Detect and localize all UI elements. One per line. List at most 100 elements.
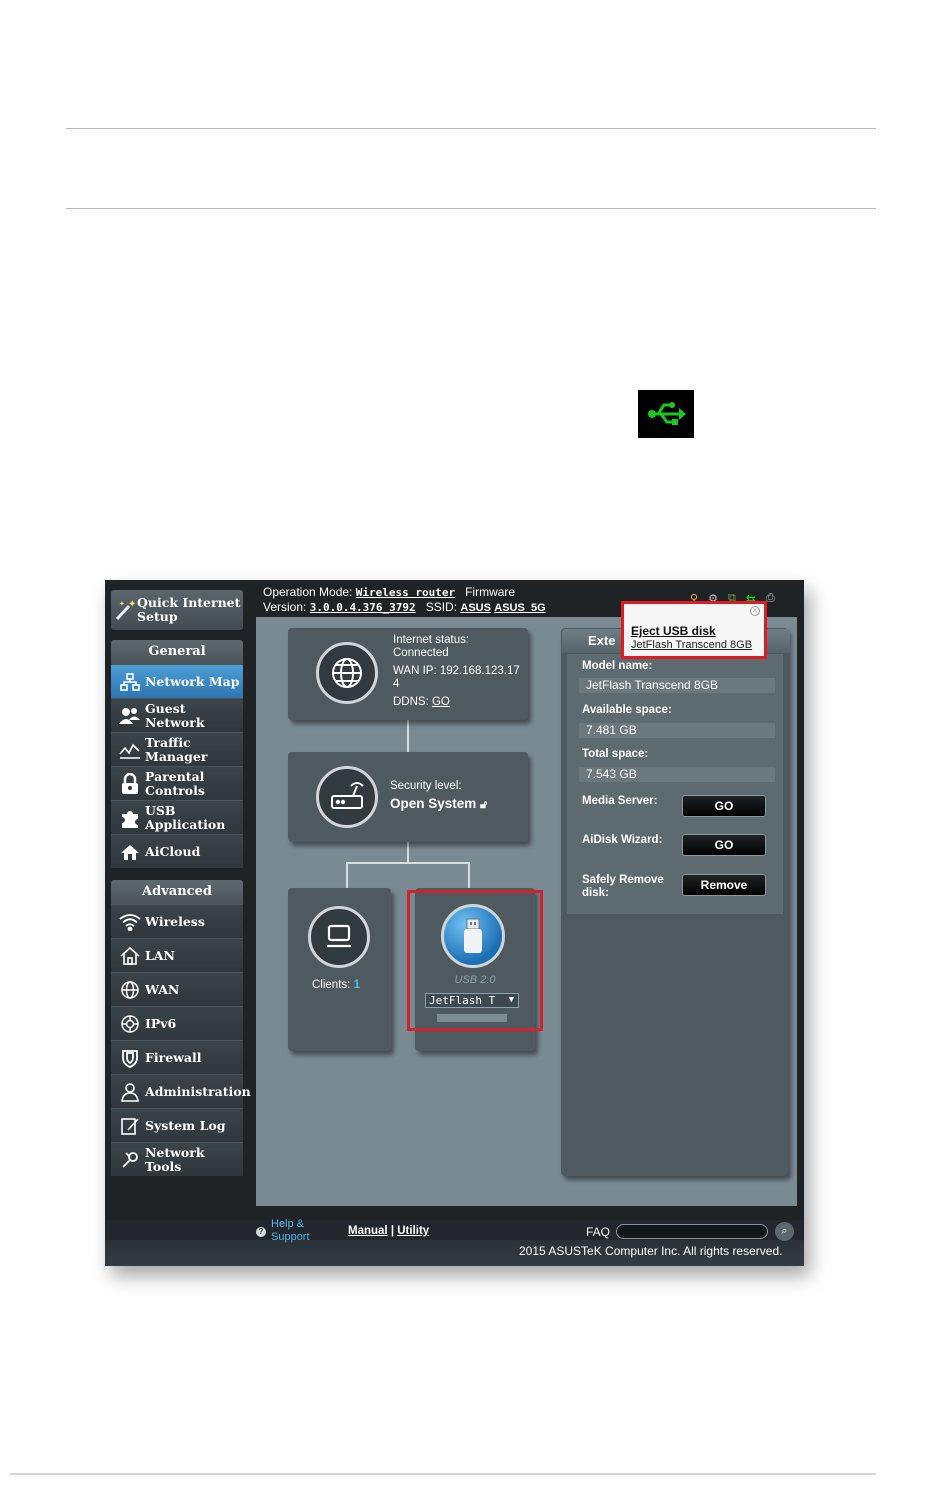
globe-icon	[316, 642, 378, 704]
network-map-icon	[115, 667, 145, 697]
guest-network-icon	[115, 701, 145, 731]
home-icon	[115, 941, 145, 971]
sidebar-item-label: Traffic Manager	[145, 734, 208, 764]
second-divider	[66, 208, 876, 209]
wan-ip-text: WAN IP: 192.168.123.17	[393, 665, 520, 677]
sidebar-item-label: System Log	[145, 1117, 226, 1133]
eject-usb-disk-link[interactable]: Eject USB disk	[631, 624, 716, 638]
sidebar-item-label: AiCloud	[145, 843, 201, 859]
ssid-link-1[interactable]: ASUS	[460, 602, 491, 614]
internet-status-value: Connected	[393, 647, 449, 659]
help-support-link[interactable]: Help & Support	[271, 1218, 319, 1244]
aidisk-wizard-go-button[interactable]: GO	[682, 834, 766, 856]
sidebar-item-administration[interactable]: Administration	[111, 1074, 251, 1108]
quick-internet-setup-label: Quick Internet Setup	[137, 595, 241, 624]
clients-label: Clients:	[312, 979, 351, 991]
tools-icon	[115, 1145, 145, 1175]
lock-icon	[115, 769, 145, 799]
connector-line	[468, 862, 470, 888]
router-security-card[interactable]: Security level: Open System 🔓︎	[288, 752, 528, 842]
security-level-value: Open System	[390, 796, 477, 811]
general-section-title: General	[111, 640, 243, 664]
model-name-label: Model name:	[582, 660, 653, 672]
sidebar-item-label: WAN	[145, 981, 180, 997]
sidebar-item-network-tools[interactable]: Network Tools	[111, 1142, 243, 1176]
ipv6-icon	[115, 1009, 145, 1039]
unlock-icon: 🔓︎	[480, 799, 488, 811]
sidebar-item-label: IPv6	[145, 1015, 177, 1031]
op-mode-link[interactable]: Wireless router	[356, 586, 455, 599]
traffic-manager-icon	[115, 735, 145, 765]
ssid-label: SSID:	[425, 600, 458, 614]
router-icon	[316, 766, 378, 828]
sidebar-item-label: USB Application	[145, 802, 226, 832]
footer-separator: |	[390, 1225, 395, 1237]
op-mode-label: Operation Mode:	[263, 585, 353, 599]
wand-icon: ✦ ✦	[113, 595, 137, 625]
internet-status-label: Internet status:	[393, 634, 470, 646]
svg-text:✦: ✦	[128, 599, 136, 610]
top-divider	[66, 128, 876, 129]
connector-line	[407, 842, 409, 862]
available-space-value: 7.481 GB	[579, 723, 775, 738]
ddns-go-link[interactable]: GO	[432, 696, 450, 708]
ddns-label: DDNS:	[393, 696, 429, 708]
media-server-go-button[interactable]: GO	[682, 795, 766, 817]
close-icon[interactable]: ×	[750, 606, 760, 616]
eject-device-link[interactable]: JetFlash Transcend 8GB	[631, 639, 752, 651]
manual-link[interactable]: Manual	[348, 1225, 388, 1237]
version-link[interactable]: 3.0.0.4.376_3792	[310, 601, 416, 614]
safely-remove-label: Safely Remove disk:	[582, 874, 664, 899]
sidebar-item-firewall[interactable]: Firewall	[111, 1040, 243, 1074]
available-space-label: Available space:	[582, 704, 672, 716]
help-icon: ?	[256, 1227, 266, 1237]
copyright-text: 2015 ASUSTeK Computer Inc. All rights re…	[519, 1244, 783, 1258]
sidebar-item-network-map[interactable]: Network Map	[111, 664, 243, 698]
sidebar-item-system-log[interactable]: System Log	[111, 1108, 243, 1142]
sidebar-item-guest-network[interactable]: Guest Network	[111, 698, 243, 732]
faq-label: FAQ	[586, 1225, 611, 1239]
sidebar-item-ipv6[interactable]: IPv6	[111, 1006, 243, 1040]
ssid-link-2[interactable]: ASUS_5G	[494, 602, 545, 614]
usb-highlight-frame	[407, 890, 543, 1031]
connector-line	[346, 862, 348, 888]
faq-search-input[interactable]	[616, 1224, 768, 1239]
search-icon[interactable]: ⌕	[775, 1222, 794, 1241]
user-icon	[115, 1077, 145, 1107]
sidebar-item-label: Administration	[145, 1083, 251, 1099]
sidebar-item-lan[interactable]: LAN	[111, 938, 243, 972]
log-icon	[115, 1111, 145, 1141]
bottom-divider	[10, 1473, 876, 1475]
eject-usb-popup: × Eject USB disk JetFlash Transcend 8GB	[621, 601, 767, 659]
safely-remove-button[interactable]: Remove	[682, 874, 766, 896]
sidebar-item-label: Firewall	[145, 1049, 202, 1065]
firmware-label: Firmware	[465, 585, 516, 599]
sidebar-item-parental-controls[interactable]: Parental Controls	[111, 766, 243, 800]
cloud-home-icon	[115, 837, 145, 867]
status-header: Operation Mode: Wireless router Firmware…	[263, 585, 546, 616]
sidebar-item-traffic-manager[interactable]: Traffic Manager	[111, 732, 243, 766]
router-admin-window: Operation Mode: Wireless router Firmware…	[105, 580, 804, 1266]
clients-card[interactable]: Clients: 1	[288, 888, 391, 1051]
svg-text:✦: ✦	[119, 600, 125, 608]
advanced-settings-title: Advanced Settings	[111, 880, 243, 923]
usb-connected-icon	[638, 390, 694, 438]
internet-status-card[interactable]: Internet status: Connected WAN IP: 192.1…	[288, 628, 528, 720]
printer-status-icon[interactable]: ⎙	[766, 592, 775, 606]
sidebar-item-wireless[interactable]: Wireless	[111, 904, 243, 938]
clients-count[interactable]: 1	[354, 979, 360, 991]
total-space-value: 7.543 GB	[579, 767, 775, 782]
total-space-label: Total space:	[582, 748, 649, 760]
sidebar-item-wan[interactable]: WAN	[111, 972, 243, 1006]
version-label: Version:	[263, 600, 307, 614]
monitor-icon	[308, 906, 370, 968]
shield-icon	[115, 1043, 145, 1073]
quick-internet-setup-button[interactable]: ✦ ✦ Quick Internet Setup	[111, 590, 243, 630]
sidebar-item-usb-application[interactable]: USB Application	[111, 800, 243, 834]
model-name-value: JetFlash Transcend 8GB	[579, 678, 775, 693]
connector-line	[346, 862, 470, 864]
sidebar-item-aicloud[interactable]: AiCloud	[111, 834, 243, 868]
wifi-icon	[115, 907, 145, 937]
utility-link[interactable]: Utility	[397, 1225, 429, 1237]
wan-ip-text-cont: 4	[393, 678, 400, 690]
